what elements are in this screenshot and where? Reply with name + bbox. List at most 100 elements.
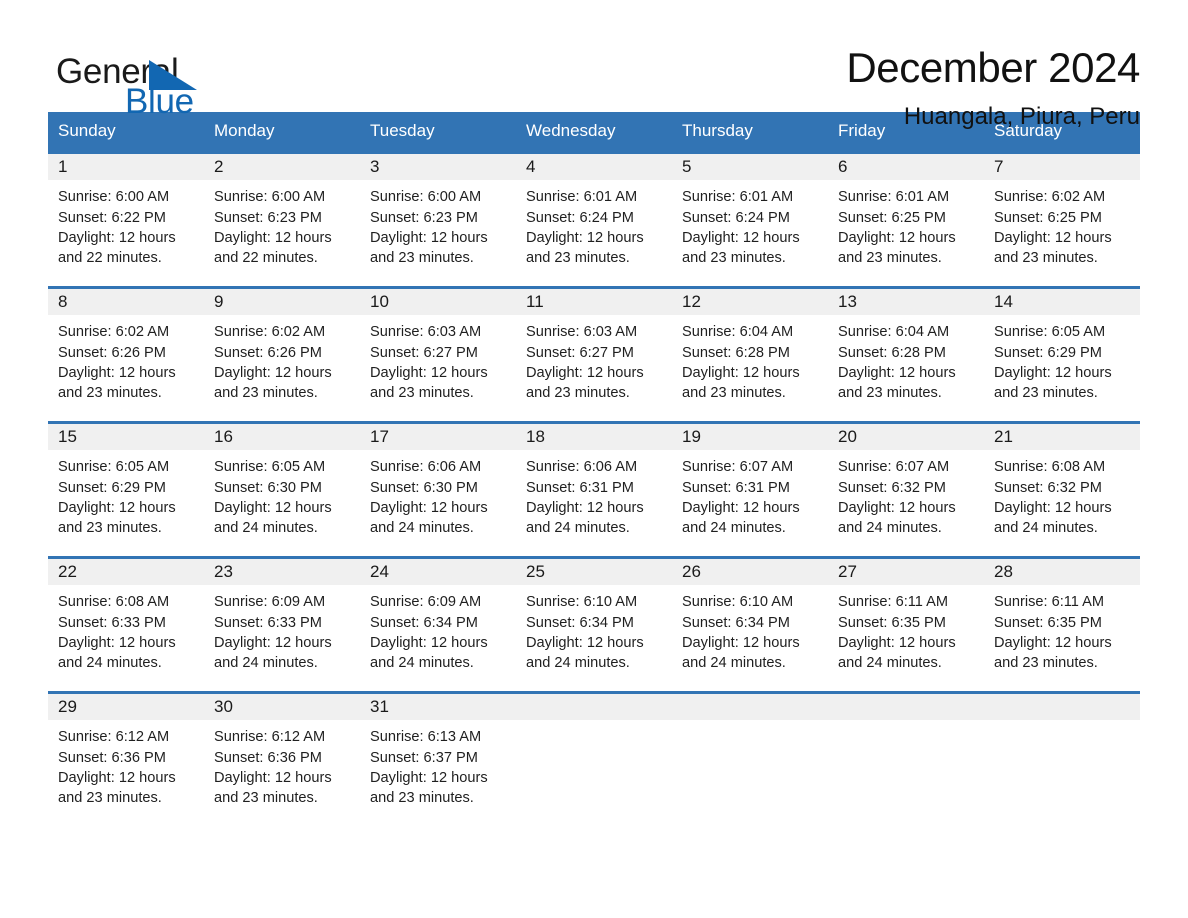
calendar-day-cell[interactable]: 25 Sunrise: 6:10 AM Sunset: 6:34 PM Dayligh… — [516, 556, 672, 691]
daylight-text: Daylight: 12 hours and 23 minutes. — [526, 229, 644, 266]
day-number — [672, 694, 828, 721]
calendar-day-cell[interactable]: 20 Sunrise: 6:07 AM Sunset: 6:32 PM Dayligh… — [828, 421, 984, 556]
sunrise-text: Sunrise: 6:04 AM — [682, 324, 794, 341]
sunrise-text: Sunrise: 6:08 AM — [58, 594, 170, 611]
calendar-day-cell[interactable]: 27 Sunrise: 6:11 AM Sunset: 6:35 PM Dayligh… — [828, 556, 984, 691]
calendar-day-cell[interactable]: 8 Sunrise: 6:02 AM Sunset: 6:26 PM Daylight… — [48, 286, 204, 421]
sunrise-text: Sunrise: 6:11 AM — [838, 594, 949, 611]
weekday-header-thursday: Thursday — [682, 121, 753, 140]
sunrise-text: Sunrise: 6:10 AM — [526, 594, 638, 611]
sunset-text: Sunset: 6:27 PM — [526, 344, 634, 361]
calendar-day-cell[interactable]: 15 Sunrise: 6:05 AM Sunset: 6:29 PM Dayligh… — [48, 421, 204, 556]
day-number: 14 — [984, 289, 1140, 316]
calendar-day-cell[interactable]: 19 Sunrise: 6:07 AM Sunset: 6:31 PM Dayligh… — [672, 421, 828, 556]
daylight-text: Daylight: 12 hours and 23 minutes. — [58, 499, 176, 536]
sunrise-text: Sunrise: 6:08 AM — [994, 459, 1106, 476]
calendar-day-cell[interactable]: 1 Sunrise: 6:00 AM Sunset: 6:22 PM Daylight… — [48, 151, 204, 286]
day-number: 10 — [360, 289, 516, 316]
daylight-text: Daylight: 12 hours and 24 minutes. — [370, 634, 488, 671]
calendar-day-cell[interactable]: 5 Sunrise: 6:01 AM Sunset: 6:24 PM Daylight… — [672, 151, 828, 286]
day-details: Sunrise: 6:09 AM Sunset: 6:34 PM Daylight:… — [360, 585, 516, 673]
sunset-text: Sunset: 6:32 PM — [994, 479, 1102, 496]
daylight-text: Daylight: 12 hours and 24 minutes. — [682, 634, 800, 671]
calendar-day-cell[interactable]: 28 Sunrise: 6:11 AM Sunset: 6:35 PM Dayligh… — [984, 556, 1140, 691]
calendar-grid: Sunday Monday Tuesday Wednesday Thursday… — [48, 112, 1140, 819]
daylight-text: Daylight: 12 hours and 24 minutes. — [526, 634, 644, 671]
calendar-day-cell[interactable]: 16 Sunrise: 6:05 AM Sunset: 6:30 PM Dayligh… — [204, 421, 360, 556]
day-details: Sunrise: 6:05 AM Sunset: 6:30 PM Daylight:… — [204, 450, 360, 538]
day-number: 7 — [984, 154, 1140, 181]
calendar-day-cell[interactable]: 22 Sunrise: 6:08 AM Sunset: 6:33 PM Dayligh… — [48, 556, 204, 691]
daylight-text: Daylight: 12 hours and 23 minutes. — [838, 229, 956, 266]
sunrise-text: Sunrise: 6:05 AM — [58, 459, 170, 476]
day-number: 5 — [672, 154, 828, 181]
day-details: Sunrise: 6:05 AM Sunset: 6:29 PM Daylight:… — [48, 450, 204, 538]
day-number: 1 — [48, 154, 204, 181]
calendar-day-cell-empty — [516, 691, 672, 819]
day-details: Sunrise: 6:07 AM Sunset: 6:31 PM Daylight:… — [672, 450, 828, 538]
sunset-text: Sunset: 6:26 PM — [58, 344, 166, 361]
sunrise-text: Sunrise: 6:12 AM — [58, 729, 170, 746]
calendar-day-cell[interactable]: 11 Sunrise: 6:03 AM Sunset: 6:27 PM Dayligh… — [516, 286, 672, 421]
calendar-day-cell[interactable]: 31 Sunrise: 6:13 AM Sunset: 6:37 PM Dayligh… — [360, 691, 516, 819]
calendar-day-cell[interactable]: 2 Sunrise: 6:00 AM Sunset: 6:23 PM Daylight… — [204, 151, 360, 286]
day-details: Sunrise: 6:07 AM Sunset: 6:32 PM Daylight:… — [828, 450, 984, 538]
sunset-text: Sunset: 6:28 PM — [838, 344, 946, 361]
day-number: 6 — [828, 154, 984, 181]
day-number: 9 — [204, 289, 360, 316]
generalblue-logo[interactable]: General Blue — [48, 44, 248, 121]
day-number: 31 — [360, 694, 516, 721]
day-details: Sunrise: 6:00 AM Sunset: 6:23 PM Daylight:… — [204, 180, 360, 268]
sunset-text: Sunset: 6:36 PM — [214, 749, 322, 766]
calendar-day-cell[interactable]: 3 Sunrise: 6:00 AM Sunset: 6:23 PM Daylight… — [360, 151, 516, 286]
calendar-day-cell[interactable]: 21 Sunrise: 6:08 AM Sunset: 6:32 PM Dayligh… — [984, 421, 1140, 556]
day-number: 16 — [204, 424, 360, 451]
sunset-text: Sunset: 6:35 PM — [838, 614, 946, 631]
calendar-day-cell[interactable]: 24 Sunrise: 6:09 AM Sunset: 6:34 PM Dayligh… — [360, 556, 516, 691]
calendar-day-cell[interactable]: 4 Sunrise: 6:01 AM Sunset: 6:24 PM Daylight… — [516, 151, 672, 286]
sunrise-text: Sunrise: 6:01 AM — [682, 189, 794, 206]
day-details: Sunrise: 6:02 AM Sunset: 6:26 PM Daylight:… — [204, 315, 360, 403]
daylight-text: Daylight: 12 hours and 23 minutes. — [682, 364, 800, 401]
sunset-text: Sunset: 6:33 PM — [58, 614, 166, 631]
calendar-day-cell[interactable]: 12 Sunrise: 6:04 AM Sunset: 6:28 PM Dayligh… — [672, 286, 828, 421]
day-details: Sunrise: 6:00 AM Sunset: 6:22 PM Daylight:… — [48, 180, 204, 268]
day-details: Sunrise: 6:00 AM Sunset: 6:23 PM Daylight:… — [360, 180, 516, 268]
calendar-day-cell[interactable]: 10 Sunrise: 6:03 AM Sunset: 6:27 PM Dayligh… — [360, 286, 516, 421]
daylight-text: Daylight: 12 hours and 23 minutes. — [58, 769, 176, 806]
sunrise-text: Sunrise: 6:00 AM — [370, 189, 482, 206]
day-details: Sunrise: 6:01 AM Sunset: 6:25 PM Daylight:… — [828, 180, 984, 268]
calendar-day-cell[interactable]: 29 Sunrise: 6:12 AM Sunset: 6:36 PM Dayligh… — [48, 691, 204, 819]
calendar-day-cell[interactable]: 7 Sunrise: 6:02 AM Sunset: 6:25 PM Daylight… — [984, 151, 1140, 286]
calendar-day-cell-empty — [828, 691, 984, 819]
sunset-text: Sunset: 6:24 PM — [682, 209, 790, 226]
daylight-text: Daylight: 12 hours and 24 minutes. — [58, 634, 176, 671]
daylight-text: Daylight: 12 hours and 24 minutes. — [838, 499, 956, 536]
logo-text-blue: Blue — [125, 82, 194, 121]
sunrise-text: Sunrise: 6:02 AM — [58, 324, 170, 341]
day-details: Sunrise: 6:04 AM Sunset: 6:28 PM Daylight:… — [672, 315, 828, 403]
calendar-day-cell[interactable]: 13 Sunrise: 6:04 AM Sunset: 6:28 PM Dayligh… — [828, 286, 984, 421]
daylight-text: Daylight: 12 hours and 22 minutes. — [214, 229, 332, 266]
calendar-day-cell[interactable]: 14 Sunrise: 6:05 AM Sunset: 6:29 PM Dayligh… — [984, 286, 1140, 421]
day-number — [828, 694, 984, 721]
calendar-day-cell-empty — [672, 691, 828, 819]
calendar-day-cell[interactable]: 17 Sunrise: 6:06 AM Sunset: 6:30 PM Dayligh… — [360, 421, 516, 556]
calendar-day-cell[interactable]: 30 Sunrise: 6:12 AM Sunset: 6:36 PM Dayligh… — [204, 691, 360, 819]
day-number: 17 — [360, 424, 516, 451]
sunset-text: Sunset: 6:31 PM — [682, 479, 790, 496]
daylight-text: Daylight: 12 hours and 23 minutes. — [682, 229, 800, 266]
sunrise-text: Sunrise: 6:03 AM — [370, 324, 482, 341]
calendar-day-cell[interactable]: 9 Sunrise: 6:02 AM Sunset: 6:26 PM Daylight… — [204, 286, 360, 421]
calendar-day-cell[interactable]: 26 Sunrise: 6:10 AM Sunset: 6:34 PM Dayligh… — [672, 556, 828, 691]
calendar-day-cell[interactable]: 23 Sunrise: 6:09 AM Sunset: 6:33 PM Dayligh… — [204, 556, 360, 691]
day-number: 4 — [516, 154, 672, 181]
day-details: Sunrise: 6:04 AM Sunset: 6:28 PM Daylight:… — [828, 315, 984, 403]
daylight-text: Daylight: 12 hours and 24 minutes. — [682, 499, 800, 536]
daylight-text: Daylight: 12 hours and 24 minutes. — [370, 499, 488, 536]
day-details: Sunrise: 6:01 AM Sunset: 6:24 PM Daylight:… — [672, 180, 828, 268]
sunset-text: Sunset: 6:28 PM — [682, 344, 790, 361]
calendar-day-cell[interactable]: 6 Sunrise: 6:01 AM Sunset: 6:25 PM Daylight… — [828, 151, 984, 286]
calendar-day-cell[interactable]: 18 Sunrise: 6:06 AM Sunset: 6:31 PM Dayligh… — [516, 421, 672, 556]
day-details: Sunrise: 6:12 AM Sunset: 6:36 PM Daylight:… — [48, 720, 204, 808]
